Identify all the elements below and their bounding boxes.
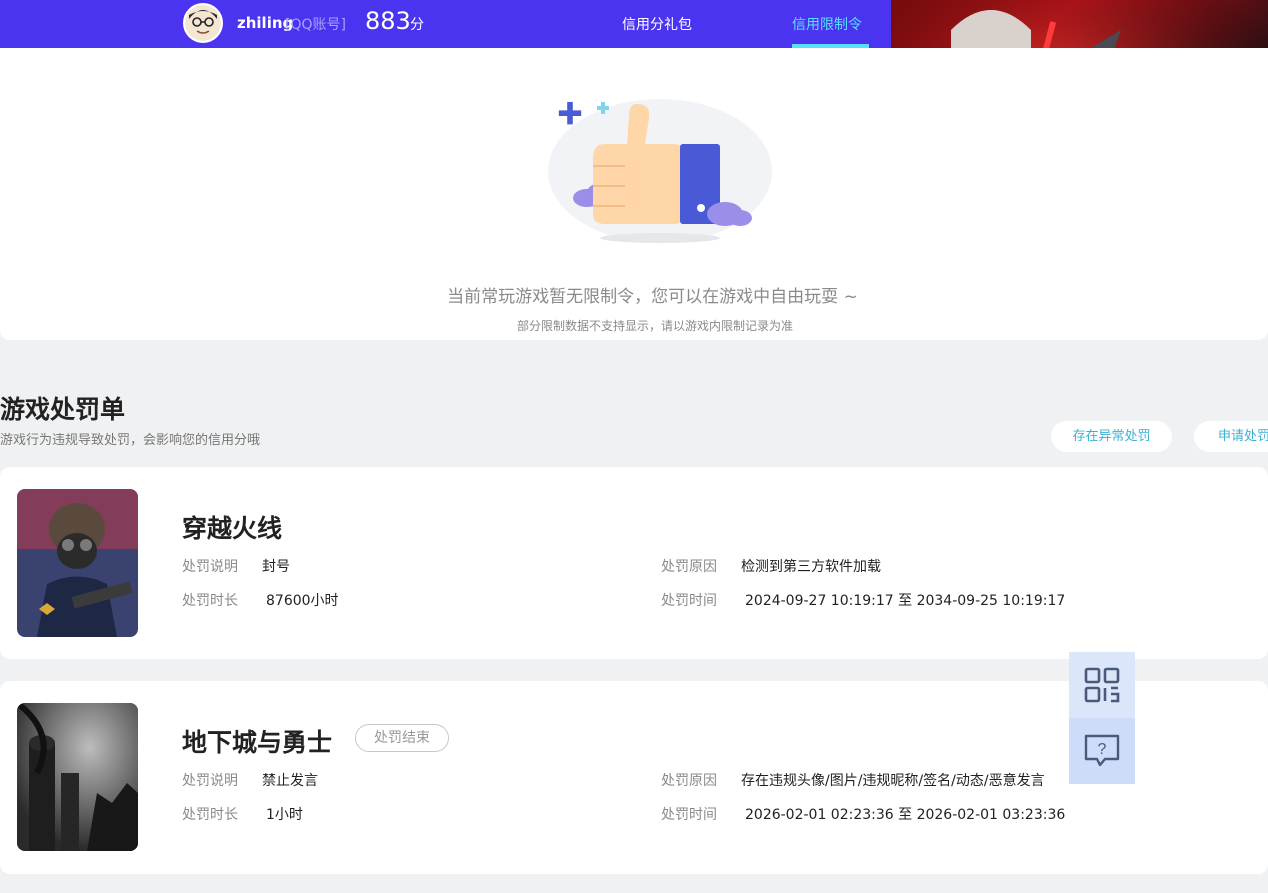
penalty-desc-value: 封号 xyxy=(262,559,290,575)
section-description: 游戏行为违规导致处罚，会影响您的信用分哦 xyxy=(0,433,261,448)
game-name: 穿越火线 xyxy=(182,514,283,543)
penalty-reason-label: 处罚原因 xyxy=(661,773,717,789)
penalty-desc-value: 禁止发言 xyxy=(262,773,318,789)
limit-empty-card: 当前常玩游戏暂无限制令，您可以在游戏中自由玩耍 ~ 部分限制数据不支持显示，请以… xyxy=(0,48,1268,340)
apply-penalty-button[interactable]: 申请处罚 xyxy=(1194,421,1268,452)
penalty-duration-label: 处罚时长 xyxy=(182,593,238,609)
empty-state-note: 部分限制数据不支持显示，请以游戏内限制记录为准 xyxy=(516,319,793,333)
penalty-reason-value: 存在违规头像/图片/违规昵称/签名/动态/恶意发言 xyxy=(741,773,1045,789)
thumbs-up-icon xyxy=(545,96,775,246)
penalty-desc-label: 处罚说明 xyxy=(182,559,238,575)
nav-credit-limit[interactable]: 信用限制令 xyxy=(792,14,862,34)
floating-toolbar: ? xyxy=(1069,652,1135,784)
penalty-time-label: 处罚时间 xyxy=(661,807,717,823)
top-nav-bar: zhiling [QQ账号] 883 分 信用分礼包 信用限制令 xyxy=(0,0,891,48)
qr-code-icon xyxy=(1084,667,1120,703)
penalty-duration-value: 1小时 xyxy=(266,807,303,823)
penalty-desc-label: 处罚说明 xyxy=(182,773,238,789)
game-cover-image xyxy=(17,703,138,851)
status-badge: 处罚结束 xyxy=(355,724,449,752)
help-chat-icon: ? xyxy=(1084,734,1120,767)
penalty-duration-label: 处罚时长 xyxy=(182,807,238,823)
penalty-reason-label: 处罚原因 xyxy=(661,559,717,575)
nav-credit-gift[interactable]: 信用分礼包 xyxy=(622,14,692,34)
penalty-reason-value: 检测到第三方软件加载 xyxy=(741,559,881,575)
penalty-card: 穿越火线 处罚说明 封号 处罚时长 87600小时 处罚原因 检测到第三方软件加… xyxy=(0,467,1268,659)
account-type: [QQ账号] xyxy=(285,17,346,33)
penalty-time-label: 处罚时间 xyxy=(661,593,717,609)
svg-text:?: ? xyxy=(1098,741,1107,758)
help-button[interactable]: ? xyxy=(1069,718,1135,784)
abnormal-penalty-button[interactable]: 存在异常处罚 xyxy=(1051,421,1172,452)
qr-code-button[interactable] xyxy=(1069,652,1135,718)
credit-score-unit: 分 xyxy=(410,17,424,33)
game-name: 地下城与勇士 xyxy=(182,728,333,757)
penalty-time-value: 2024-09-27 10:19:17 至 2034-09-25 10:19:1… xyxy=(745,593,1066,609)
game-cover-image xyxy=(17,489,138,637)
avatar[interactable] xyxy=(183,3,223,43)
penalty-duration-value: 87600小时 xyxy=(266,593,339,609)
section-title: 游戏处罚单 xyxy=(0,395,126,424)
penalty-time-value: 2026-02-01 02:23:36 至 2026-02-01 03:23:3… xyxy=(745,807,1066,823)
empty-state-message: 当前常玩游戏暂无限制令，您可以在游戏中自由玩耍 ~ xyxy=(447,287,858,307)
credit-score: 883 xyxy=(365,7,411,35)
